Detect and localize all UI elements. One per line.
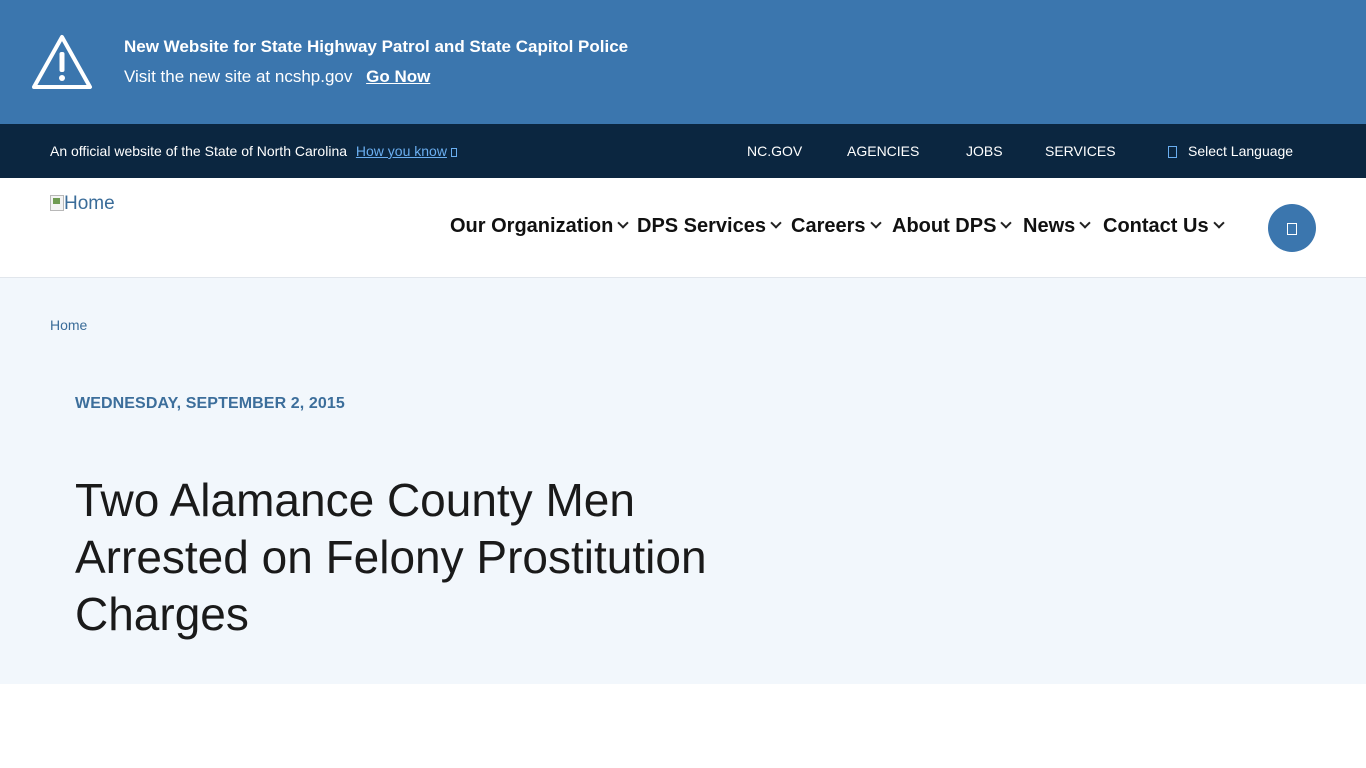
menu-label: DPS Services xyxy=(637,215,766,237)
search-icon xyxy=(1287,223,1297,235)
how-you-know-label: How you know xyxy=(355,143,447,159)
nav-jobs[interactable]: JOBS xyxy=(966,143,1003,159)
search-button[interactable] xyxy=(1268,204,1316,252)
alert-title: New Website for State Highway Patrol and… xyxy=(124,37,629,56)
chevron-down-icon xyxy=(869,217,882,229)
menu-dps-services[interactable]: DPS Services xyxy=(637,215,782,238)
chevron-down-icon xyxy=(1212,217,1225,229)
warning-icon xyxy=(32,35,92,89)
chevron-down-icon xyxy=(1079,217,1091,229)
select-language[interactable]: Select Language xyxy=(1188,143,1293,159)
official-message-row: An official website of the State of Nort… xyxy=(50,143,457,159)
menu-about-dps[interactable]: About DPS xyxy=(892,215,1013,238)
alert-banner: New Website for State Highway Patrol and… xyxy=(0,0,1366,124)
menu-label: Careers xyxy=(791,215,866,237)
nav-services[interactable]: SERVICES xyxy=(1045,143,1116,159)
menu-label: About DPS xyxy=(892,215,997,237)
chevron-down-icon xyxy=(1000,217,1013,229)
chevron-down-icon xyxy=(770,217,782,229)
nav-agencies[interactable]: AGENCIES xyxy=(847,143,919,159)
article-date: WEDNESDAY, SEPTEMBER 2, 2015 xyxy=(75,395,345,412)
alert-text: Visit the new site at ncshp.gov xyxy=(124,67,353,86)
how-you-know-link[interactable]: How you know xyxy=(356,143,457,159)
menu-label: Our Organization xyxy=(450,215,614,237)
official-message: An official website of the State of Nort… xyxy=(50,143,348,159)
alert-text-row: Visit the new site at ncshp.gov Go Now xyxy=(124,67,430,87)
logo-home-link[interactable]: Home xyxy=(50,193,115,215)
menu-contact-us[interactable]: Contact Us xyxy=(1103,215,1225,238)
menu-careers[interactable]: Careers xyxy=(791,215,882,238)
chevron-down-icon xyxy=(617,217,630,229)
breadcrumb-home[interactable]: Home xyxy=(50,317,87,333)
nav-nc-gov[interactable]: NC.GOV xyxy=(747,143,802,159)
site-header: Home Our Organization DPS Services Caree… xyxy=(0,178,1366,278)
expand-icon xyxy=(450,148,457,157)
broken-image-icon xyxy=(50,195,64,211)
logo-alt-text: Home xyxy=(64,193,115,214)
menu-label: Contact Us xyxy=(1103,215,1209,237)
menu-label: News xyxy=(1023,215,1076,237)
go-now-link[interactable]: Go Now xyxy=(366,67,430,86)
menu-our-organization[interactable]: Our Organization xyxy=(450,215,630,238)
article-hero: Home WEDNESDAY, SEPTEMBER 2, 2015 Two Al… xyxy=(0,278,1366,684)
official-bar: An official website of the State of Nort… xyxy=(0,124,1366,178)
globe-icon xyxy=(1168,146,1177,158)
menu-news[interactable]: News xyxy=(1023,215,1091,238)
page-title: Two Alamance County Men Arrested on Felo… xyxy=(75,474,707,640)
